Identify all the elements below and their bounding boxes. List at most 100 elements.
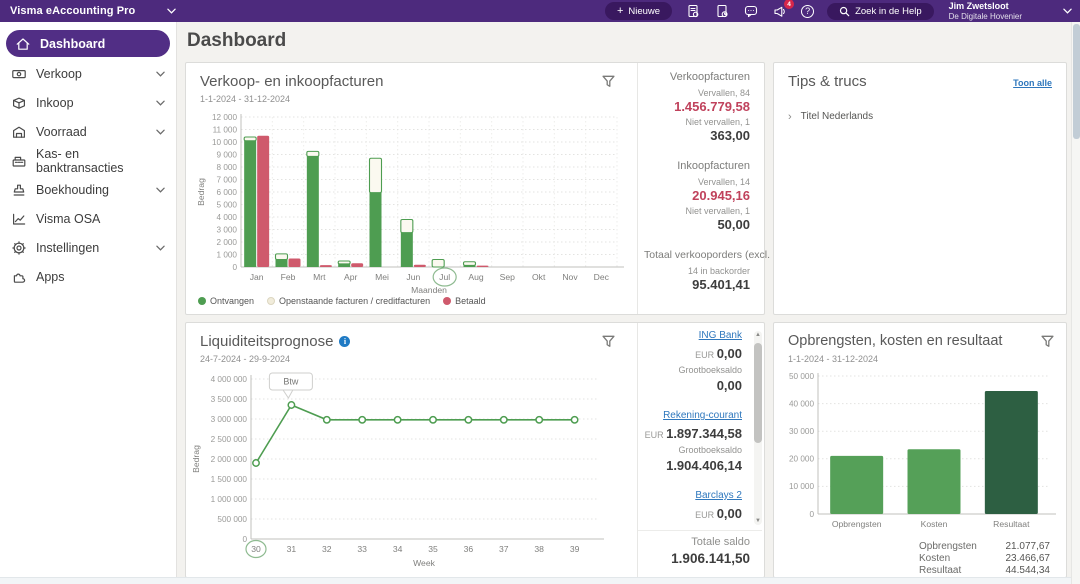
result-table-row: Resultaat 44.544,34 [919, 565, 1050, 577]
warehouse-icon [11, 124, 27, 140]
sidebar-item-apps[interactable]: Apps [0, 262, 176, 291]
result-table: Opbrengsten 21.077,67 Kosten 23.466,67 Resul… [919, 541, 1050, 577]
sidebar-item-instellingen[interactable]: Instellingen [0, 233, 176, 262]
svg-text:Aug: Aug [468, 272, 484, 282]
help-icon[interactable]: ? [801, 4, 815, 18]
scroll-down-icon[interactable]: ▼ [754, 517, 762, 525]
sidebar-item-label: Boekhouding [36, 182, 109, 197]
sidebar-item-verkoop[interactable]: Verkoop [0, 59, 176, 88]
tips-card: Tips & trucs Toon alle › Titel Nederlands [773, 62, 1067, 315]
bank-account-link[interactable]: Rekening-courant [638, 409, 742, 422]
svg-text:11 000: 11 000 [213, 125, 238, 134]
svg-text:37: 37 [499, 544, 509, 554]
sidebar-item-inkoop[interactable]: Inkoop [0, 88, 176, 117]
svg-text:50 000: 50 000 [789, 372, 814, 381]
tips-list: › Titel Nederlands [788, 107, 1056, 126]
bank-account: ING Bank EUR 0,00 Grootboeksaldo 0,00 [638, 329, 742, 393]
scroll-up-icon[interactable]: ▲ [754, 331, 762, 339]
bank-account-link[interactable]: ING Bank [638, 329, 742, 342]
svg-text:Sep: Sep [500, 272, 516, 282]
sidebar-item-kas-en-banktransacties[interactable]: Kas- en banktransacties [0, 146, 176, 175]
legend-item[interactable]: Betaald [443, 296, 486, 306]
svg-text:12 000: 12 000 [212, 113, 237, 122]
invoices-chart[interactable]: 0 1 000 2 000 3 000 4 000 5 000 6 000 7 000 8 00… [192, 109, 632, 299]
svg-text:40 000: 40 000 [789, 399, 814, 408]
svg-text:20 000: 20 000 [789, 455, 814, 464]
svg-text:8 000: 8 000 [217, 163, 238, 172]
result-row-value: 21.077,67 [1005, 541, 1051, 552]
svg-text:32: 32 [322, 544, 332, 554]
legend-dot [198, 297, 206, 305]
svg-text:Feb: Feb [281, 272, 296, 282]
scrollbar-thumb[interactable] [754, 343, 762, 443]
svg-text:Mrt: Mrt [313, 272, 326, 282]
result-card: Opbrengsten, kosten en resultaat 1-1-202… [773, 322, 1067, 578]
user-menu[interactable]: Jim Zwetsloot De Digitale Hovenier [949, 1, 1022, 21]
invoices-card-daterange: 1-1-2024 - 31-12-2024 [200, 94, 291, 104]
invoices-card: Verkoop- en inkoopfacturen 1-1-2024 - 31… [185, 62, 793, 315]
sidebar-item-label: Verkoop [36, 66, 82, 81]
svg-text:2 000: 2 000 [217, 238, 238, 247]
result-chart[interactable]: 0 10 000 20 000 30 000 40 000 50 000 Opbrengst… [780, 367, 1060, 547]
top-bar: Visma eAccounting Pro + Nieuwe 4 ? Zoek … [0, 0, 1080, 22]
notification-badge: 4 [784, 0, 795, 9]
stat-label: Vervallen, 84 [697, 88, 750, 98]
app-brand[interactable]: Visma eAccounting Pro [10, 5, 135, 17]
svg-text:4 000 000: 4 000 000 [211, 375, 248, 384]
svg-text:Jun: Jun [406, 272, 420, 282]
ledger-label: Grootboeksaldo [678, 365, 742, 375]
help-search-button[interactable]: Zoek in de Help [827, 2, 934, 20]
tip-item[interactable]: › Titel Nederlands [788, 107, 1056, 126]
page-scrollbar[interactable] [1071, 22, 1080, 584]
svg-text:34: 34 [393, 544, 403, 554]
tips-card-title: Tips & trucs [788, 73, 867, 90]
svg-text:6 000: 6 000 [217, 188, 238, 197]
svg-text:10 000: 10 000 [789, 482, 814, 491]
accounts-scrollbar[interactable]: ▲ ▼ [754, 331, 762, 525]
sidebar-item-visma-osa[interactable]: Visma OSA [0, 204, 176, 233]
svg-text:Bedrag: Bedrag [196, 178, 206, 206]
svg-text:9 000: 9 000 [217, 150, 238, 159]
svg-text:Kosten: Kosten [921, 519, 948, 529]
total-balance: Totale saldo 1.906.141,50 [671, 536, 750, 566]
sidebar-item-label: Inkoop [36, 95, 74, 110]
info-icon[interactable]: i [339, 336, 351, 347]
bank-account-link[interactable]: Barclays 2 [638, 489, 742, 502]
horizontal-scrollbar[interactable] [0, 577, 1071, 584]
chevron-down-icon[interactable] [167, 8, 177, 14]
svg-text:7 000: 7 000 [217, 175, 238, 184]
svg-text:1 000: 1 000 [217, 250, 238, 259]
legend-item[interactable]: Openstaande facturen / creditfacturen [267, 296, 430, 306]
chevron-down-icon[interactable] [1063, 8, 1072, 14]
svg-text:3 000: 3 000 [217, 225, 238, 234]
filter-icon[interactable] [602, 335, 615, 348]
svg-text:0: 0 [242, 535, 247, 544]
bank-amount: EUR 0,00 [695, 346, 742, 361]
announcements-icon[interactable]: 4 [772, 0, 795, 19]
sidebar-item-dashboard[interactable]: Dashboard [6, 30, 170, 57]
filter-icon[interactable] [1041, 335, 1054, 348]
stamp-icon [11, 182, 27, 198]
user-company: De Digitale Hovenier [948, 11, 1022, 21]
filter-icon[interactable] [602, 75, 615, 88]
sidebar-item-voorraad[interactable]: Voorraad [0, 117, 176, 146]
user-name: Jim Zwetsloot [948, 1, 1009, 12]
sidebar-item-label: Instellingen [36, 240, 100, 255]
liquidity-chart[interactable]: 0 500 000 1 000 000 1 500 000 2 000 000 2 500… [191, 367, 632, 575]
new-button[interactable]: + Nieuwe [604, 2, 673, 20]
show-all-link[interactable]: Toon alle [1013, 78, 1052, 88]
document-clock-icon[interactable] [714, 3, 730, 19]
stat-value: 363,00 [710, 128, 750, 143]
document-status-icon[interactable] [685, 3, 701, 19]
box-icon [11, 95, 27, 111]
bank-amount: EUR 0,00 [695, 506, 742, 521]
bank-accounts-list: ING Bank EUR 0,00 Grootboeksaldo 0,00 Rekeni… [638, 329, 752, 525]
ledger-amount: 1.904.406,14 [666, 458, 742, 473]
scrollbar-thumb[interactable] [1073, 24, 1080, 139]
cash-register-icon [11, 153, 27, 169]
chat-icon[interactable] [743, 3, 759, 19]
sidebar-item-label: Voorraad [36, 124, 87, 139]
legend-item[interactable]: Ontvangen [198, 296, 254, 306]
sidebar-item-boekhouding[interactable]: Boekhouding [0, 175, 176, 204]
svg-text:2 000 000: 2 000 000 [211, 455, 248, 464]
